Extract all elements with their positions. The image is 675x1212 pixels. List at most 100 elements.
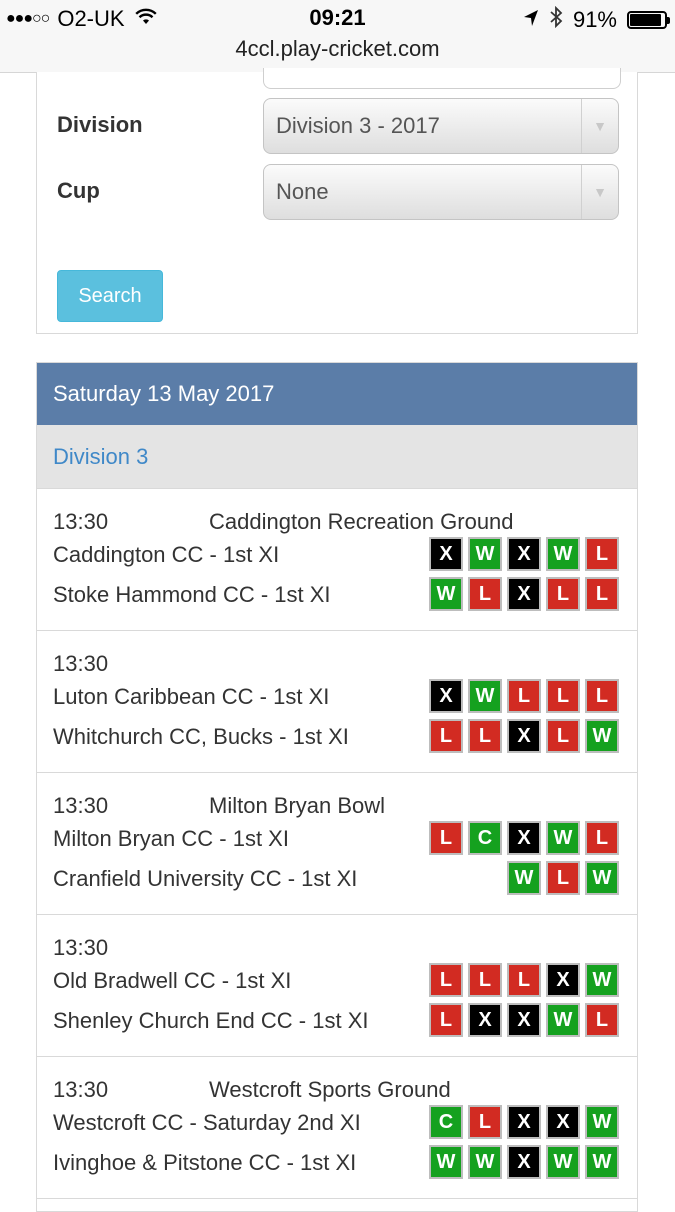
form-result-badge[interactable]: L [585, 537, 619, 571]
form-result-badge[interactable]: W [585, 963, 619, 997]
away-team-name[interactable]: Whitchurch CC, Bucks - 1st XI [53, 724, 349, 750]
home-team-name[interactable]: Westcroft CC - Saturday 2nd XI [53, 1110, 361, 1136]
form-result-badge[interactable]: W [429, 1145, 463, 1179]
form-result-badge[interactable]: C [429, 1105, 463, 1139]
form-guide: XWLLL [429, 679, 619, 713]
match-ground: Westcroft Sports Ground [209, 1077, 451, 1102]
form-result-badge[interactable]: L [507, 679, 541, 713]
match-time: 13:30 [53, 793, 109, 818]
home-team-name[interactable]: Milton Bryan CC - 1st XI [53, 826, 289, 852]
match-row[interactable]: 13:30 Westcroft Sports Ground Westcroft CC… [37, 1057, 637, 1199]
form-result-badge[interactable]: W [585, 861, 619, 895]
form-result-badge[interactable]: X [507, 1145, 541, 1179]
home-team-row: Caddington CC - 1st XI X W X W L [53, 537, 619, 575]
form-result-badge[interactable]: X [507, 1003, 541, 1037]
battery-icon [627, 11, 670, 29]
form-result-badge[interactable]: W [585, 1105, 619, 1139]
division-link[interactable]: Division 3 [53, 444, 148, 470]
cup-select-value: None [276, 179, 329, 204]
cup-select[interactable]: None ▼ [263, 164, 619, 220]
form-result-badge[interactable]: X [546, 1105, 580, 1139]
form-result-badge[interactable]: L [546, 861, 580, 895]
form-result-badge[interactable]: L [429, 719, 463, 753]
form-result-badge[interactable]: X [507, 719, 541, 753]
form-result-badge[interactable]: X [468, 1003, 502, 1037]
away-team-name[interactable]: Shenley Church End CC - 1st XI [53, 1008, 368, 1034]
form-result-badge[interactable]: L [468, 963, 502, 997]
away-team-row: Shenley Church End CC - 1st XI L X X W L [53, 1003, 619, 1041]
form-guide: LCXWL [429, 821, 619, 855]
form-result-badge[interactable]: L [546, 577, 580, 611]
match-ground: Caddington Recreation Ground [209, 509, 514, 534]
search-button[interactable]: Search [57, 270, 163, 322]
match-row[interactable]: 13:30 Milton Bryan Bowl Milton Bryan CC - … [37, 773, 637, 915]
form-guide: WWXWW [429, 1145, 619, 1179]
form-result-badge[interactable]: W [546, 537, 580, 571]
division-heading: Division 3 [37, 425, 637, 489]
form-result-badge[interactable]: L [429, 963, 463, 997]
away-team-name[interactable]: Ivinghoe & Pitstone CC - 1st XI [53, 1150, 356, 1176]
form-result-badge[interactable]: X [507, 537, 541, 571]
bluetooth-icon [549, 5, 563, 34]
form-result-badge[interactable]: L [585, 1003, 619, 1037]
location-arrow-icon [523, 7, 539, 33]
home-team-name[interactable]: Caddington CC - 1st XI [53, 542, 279, 568]
form-result-badge[interactable]: L [585, 821, 619, 855]
home-team-name[interactable]: Old Bradwell CC - 1st XI [53, 968, 291, 994]
search-filter-panel: Division Division 3 - 2017 ▼ Cup None ▼ … [36, 68, 638, 334]
form-guide: WLW [507, 861, 619, 895]
battery-percentage: 91% [572, 7, 617, 32]
form-result-badge[interactable]: W [468, 679, 502, 713]
match-row[interactable]: 13:30 Luton Caribbean CC - 1st XI X W L L L Whi… [37, 631, 637, 773]
away-team-row: Stoke Hammond CC - 1st XI W L X L L [53, 577, 619, 615]
form-result-badge[interactable]: W [507, 861, 541, 895]
form-guide: WLXLL [429, 577, 619, 611]
form-result-badge[interactable]: L [585, 577, 619, 611]
status-indicators: 91% [523, 5, 670, 34]
form-result-badge[interactable]: C [468, 821, 502, 855]
form-result-badge[interactable]: W [585, 1145, 619, 1179]
form-result-badge[interactable]: W [585, 719, 619, 753]
form-result-badge[interactable]: X [507, 577, 541, 611]
form-result-badge[interactable]: L [468, 577, 502, 611]
form-result-badge[interactable]: L [429, 821, 463, 855]
home-team-name[interactable]: Luton Caribbean CC - 1st XI [53, 684, 329, 710]
form-result-badge[interactable]: X [546, 963, 580, 997]
match-time: 13:30 [53, 935, 109, 960]
match-time: 13:30 [53, 1077, 109, 1102]
match-list: 13:30 Caddington Recreation Ground Cadding… [37, 489, 637, 1199]
form-result-badge[interactable]: L [546, 719, 580, 753]
division-label: Division [57, 112, 143, 137]
address-bar-url[interactable]: 4ccl.play-cricket.com [0, 36, 675, 62]
form-result-badge[interactable]: W [468, 1145, 502, 1179]
form-result-badge[interactable]: W [546, 1145, 580, 1179]
away-team-name[interactable]: Cranfield University CC - 1st XI [53, 866, 357, 892]
division-select[interactable]: Division 3 - 2017 ▼ [263, 98, 619, 154]
home-team-row: Old Bradwell CC - 1st XI L L L X W [53, 963, 619, 1001]
form-result-badge[interactable]: W [546, 821, 580, 855]
match-ground: Milton Bryan Bowl [209, 793, 386, 818]
form-result-badge[interactable]: X [429, 679, 463, 713]
form-result-badge[interactable]: L [429, 1003, 463, 1037]
form-result-badge[interactable]: L [468, 719, 502, 753]
form-result-badge[interactable]: X [507, 1105, 541, 1139]
form-result-badge[interactable]: L [507, 963, 541, 997]
match-row[interactable]: 13:30 Old Bradwell CC - 1st XI L L L X W Shenle… [37, 915, 637, 1057]
form-result-badge[interactable]: L [468, 1105, 502, 1139]
match-row[interactable]: 13:30 Caddington Recreation Ground Cadding… [37, 489, 637, 631]
match-time: 13:30 [53, 651, 109, 676]
chevron-down-icon: ▼ [581, 165, 618, 219]
status-bar: ●●●○○ O2-UK 09:21 91% 4ccl.play-cricket.… [0, 0, 675, 73]
away-team-name[interactable]: Stoke Hammond CC - 1st XI [53, 582, 331, 608]
form-result-badge[interactable]: X [507, 821, 541, 855]
away-team-row: Cranfield University CC - 1st XI W L W [53, 861, 619, 899]
form-result-badge[interactable]: L [585, 679, 619, 713]
form-guide: LLXLW [429, 719, 619, 753]
form-result-badge[interactable]: W [429, 577, 463, 611]
form-result-badge[interactable]: L [546, 679, 580, 713]
previous-filter-field[interactable] [263, 68, 621, 89]
fixture-date-header: Saturday 13 May 2017 [37, 363, 637, 425]
form-result-badge[interactable]: W [468, 537, 502, 571]
form-result-badge[interactable]: X [429, 537, 463, 571]
form-result-badge[interactable]: W [546, 1003, 580, 1037]
